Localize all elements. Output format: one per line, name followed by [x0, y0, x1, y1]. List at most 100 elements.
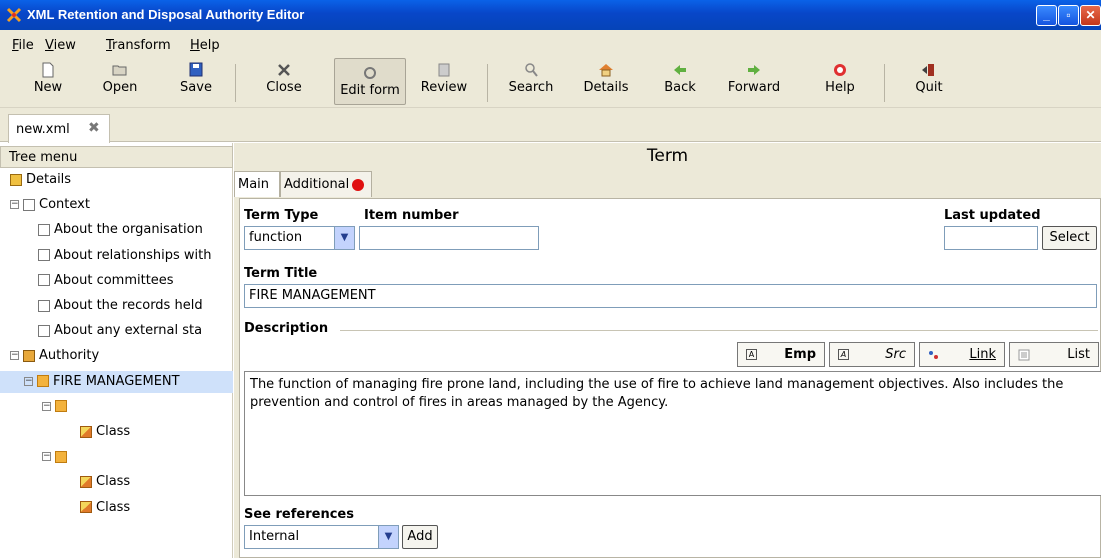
edit-form-icon	[364, 67, 376, 79]
tree-node-label: FIRE MANAGEMENT	[53, 373, 180, 389]
list-label: List	[1067, 347, 1090, 362]
term-title-field[interactable]: FIRE MANAGEMENT	[244, 284, 1097, 308]
forward-button[interactable]: Forward	[725, 56, 783, 106]
minimize-button[interactable]: _	[1036, 5, 1057, 26]
term-type-value: function	[249, 230, 303, 245]
toolbar-separator	[487, 64, 488, 102]
emphasis-button[interactable]: A Emp	[737, 342, 825, 367]
close-button-label: Close	[266, 80, 302, 95]
doc-icon	[38, 249, 50, 262]
menu-transform[interactable]: Transform	[106, 38, 171, 53]
source-button[interactable]: A Src	[829, 342, 915, 367]
save-button-label: Save	[180, 80, 212, 95]
tree-node-label: About the records held	[54, 298, 203, 313]
tree-node[interactable]: −	[0, 446, 233, 468]
tree-node[interactable]: Details	[0, 169, 233, 191]
last-updated-field[interactable]	[944, 226, 1038, 250]
tree-node[interactable]: Class	[0, 497, 233, 519]
review-button[interactable]: Review	[418, 56, 470, 106]
help-button-label: Help	[825, 80, 855, 95]
details-button[interactable]: Details	[580, 56, 632, 106]
link-button[interactable]: Link	[919, 342, 1005, 367]
tree-expander-icon[interactable]: −	[42, 401, 51, 411]
pencil-icon	[80, 501, 92, 514]
doc-icon	[38, 274, 50, 287]
menu-file[interactable]: File	[12, 38, 34, 53]
term-type-select[interactable]: function ▼	[244, 226, 355, 250]
chevron-down-icon[interactable]: ▼	[378, 526, 398, 548]
main-form: Term Type Item number Last updated funct…	[239, 198, 1101, 558]
tab-main[interactable]: Main	[234, 171, 280, 197]
tree-expander-icon[interactable]: −	[10, 351, 19, 361]
document-tab-strip: new.xml ✖	[0, 108, 1101, 143]
chevron-down-icon[interactable]: ▼	[334, 227, 354, 249]
menu-view[interactable]: View	[45, 38, 76, 53]
list-button[interactable]: List	[1009, 342, 1099, 367]
tree-expander-icon[interactable]: −	[24, 376, 33, 386]
home-icon	[10, 173, 22, 186]
quit-button[interactable]: Quit	[911, 56, 947, 106]
file-tab[interactable]: new.xml ✖	[8, 114, 110, 143]
link-icon	[929, 351, 938, 359]
alert-dot-icon	[352, 178, 365, 191]
tree-header-label: Tree menu	[9, 150, 78, 165]
doc-icon	[38, 223, 50, 236]
close-button[interactable]: Close	[262, 56, 306, 106]
review-button-label: Review	[420, 80, 468, 95]
app-logo-icon	[6, 7, 22, 23]
tree-node-label: About relationships with	[54, 247, 212, 263]
close-tab-icon[interactable]: ✖	[88, 120, 100, 136]
tree-node[interactable]: About the records held	[0, 295, 233, 317]
search-button[interactable]: Search	[505, 56, 557, 106]
doc-icon	[38, 299, 50, 312]
arrow-left-icon	[674, 65, 686, 75]
tree-node[interactable]: About committees	[0, 270, 233, 292]
help-button[interactable]: Help	[822, 56, 858, 106]
add-reference-button[interactable]: Add	[402, 525, 438, 549]
tree-expander-icon[interactable]: −	[42, 452, 51, 462]
maximize-button[interactable]: ▫	[1058, 5, 1079, 26]
search-button-label: Search	[508, 80, 554, 95]
back-button-label: Back	[664, 80, 696, 95]
see-references-select[interactable]: Internal ▼	[244, 525, 399, 549]
edit-form-button-label: Edit form	[340, 83, 400, 98]
item-number-field[interactable]	[359, 226, 539, 250]
forward-button-label: Forward	[727, 80, 781, 95]
select-date-button[interactable]: Select	[1042, 226, 1097, 250]
tab-additional-label: Additional	[284, 177, 350, 192]
tree-panel: Tree menu Details − Context About the organ…	[0, 143, 233, 558]
description-divider	[340, 330, 1098, 331]
tree-node[interactable]: − Authority	[0, 345, 233, 367]
tree-node-label: Class	[96, 424, 131, 439]
new-button[interactable]: New	[30, 56, 66, 106]
back-button[interactable]: Back	[662, 56, 698, 106]
item-number-label: Item number	[364, 208, 459, 223]
see-references-value: Internal	[249, 529, 300, 544]
menu-help[interactable]: Help	[190, 38, 220, 53]
description-textarea[interactable]: The function of managing fire prone land…	[244, 371, 1101, 496]
source-label: Src	[885, 347, 906, 362]
tree-node[interactable]: −	[0, 396, 233, 418]
save-button[interactable]: Save	[176, 56, 216, 106]
menu-bar: File View Transform Help	[0, 30, 1101, 56]
tree-node[interactable]: Class	[0, 471, 233, 493]
exit-door-icon	[922, 64, 934, 76]
details-button-label: Details	[583, 80, 629, 95]
edit-form-button[interactable]: Edit form	[334, 58, 406, 105]
tree-node[interactable]: − Context	[0, 194, 233, 216]
new-button-label: New	[33, 80, 63, 95]
term-type-label: Term Type	[244, 208, 319, 223]
tree-node[interactable]: About the organisation	[0, 219, 233, 241]
close-window-button[interactable]: ✕	[1080, 5, 1101, 26]
tree-node[interactable]: Class	[0, 421, 233, 443]
tab-additional[interactable]: Additional	[280, 171, 372, 197]
tree-node[interactable]: About relationships with	[0, 245, 233, 267]
tree-node[interactable]: − FIRE MANAGEMENT	[0, 370, 233, 393]
open-button[interactable]: Open	[100, 56, 140, 106]
tree-node[interactable]: About any external sta	[0, 320, 233, 342]
folder-icon	[55, 450, 67, 463]
tree-node-label: Context	[39, 197, 90, 213]
tree-expander-icon[interactable]: −	[10, 200, 19, 210]
term-title-label: Term Title	[244, 266, 318, 281]
last-updated-label: Last updated	[944, 208, 1041, 223]
